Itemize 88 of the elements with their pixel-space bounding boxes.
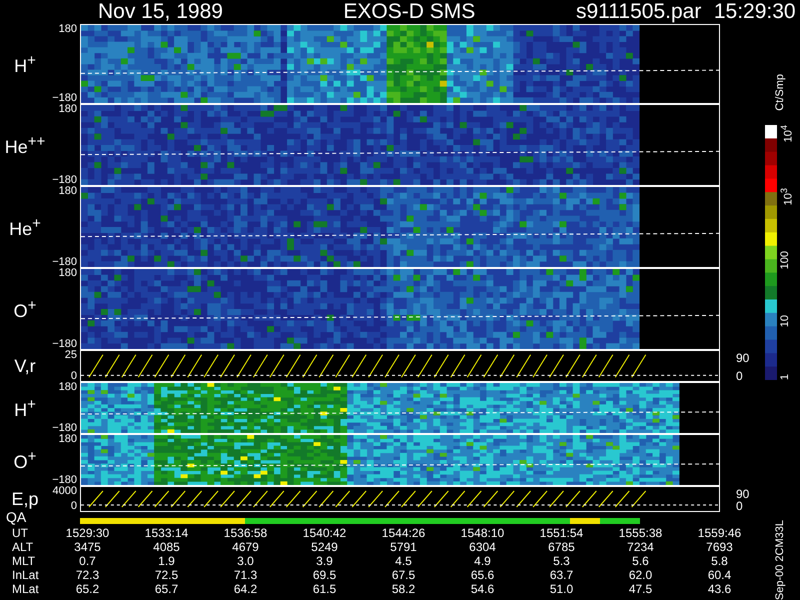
axis-tick-label: 4000	[52, 486, 77, 497]
panel-label: He$^{+}$	[8, 214, 41, 240]
axis-tick-label: 180	[58, 186, 77, 197]
axis-tick-label: 25	[64, 350, 77, 361]
table-cell-text: 63.7	[548, 568, 574, 582]
axis-tick-label: 180	[58, 382, 77, 393]
axis-tick-label: 0	[70, 371, 77, 382]
table-cell-text: 3.0	[236, 554, 255, 568]
table-cell-text: 4.5	[394, 554, 413, 568]
axis-tick-label: 0	[70, 501, 77, 512]
row-label: MLT	[11, 554, 36, 568]
table-cell-text: 1529:30	[64, 526, 110, 540]
table-cell-text: 5249	[310, 540, 339, 554]
table-cell-text: 1551:54	[538, 526, 584, 540]
axis-tick-label: 90	[736, 488, 750, 500]
axis-tick-label: 180	[58, 434, 77, 445]
table-cell-text: 65.2	[74, 582, 100, 596]
table-cell-text: 64.2	[232, 582, 258, 596]
panel-label: O$^{+}$	[12, 296, 36, 322]
file-name: s9111505.par	[576, 0, 702, 24]
table-cell-text: 6785	[547, 540, 576, 554]
table-cell-text: 4085	[152, 540, 181, 554]
table-cell-text: 1533:14	[144, 526, 190, 540]
table-cell-text: 1559:46	[696, 526, 742, 540]
colorbar-label: 10	[779, 315, 792, 328]
panel-label: He$^{++}$	[4, 132, 46, 158]
table-cell-text: 71.3	[232, 568, 258, 582]
table-cell-text: 54.6	[470, 582, 496, 596]
table-cell-text: 51.0	[548, 582, 574, 596]
row-label: UT	[11, 526, 29, 540]
table-cell-text: 43.6	[706, 582, 732, 596]
plot-time: 15:29:30	[714, 0, 797, 24]
table-cell-text: 60.4	[706, 568, 732, 582]
colorbar-label: 1	[779, 374, 792, 380]
panel-label: O$^{+}$	[12, 448, 36, 472]
table-cell-text: 4.9	[473, 554, 492, 568]
panel-label: E,p	[10, 488, 39, 510]
table-cell-text: 7693	[705, 540, 734, 554]
table-cell-text: 1544:26	[380, 526, 426, 540]
row-label: ALT	[11, 540, 34, 554]
table-cell-text: 3475	[73, 540, 102, 554]
axis-tick-label: 180	[58, 104, 77, 115]
axis-tick-label: −180	[52, 423, 77, 434]
qa-label: QA	[5, 510, 28, 524]
colorbar-label: 100	[779, 251, 792, 270]
table-cell-text: 67.5	[390, 568, 416, 582]
table-cell-text: 61.5	[312, 582, 338, 596]
panel-label: V,r	[13, 356, 36, 376]
axis-tick-label: −180	[52, 93, 77, 104]
table-cell-text: 72.3	[74, 568, 100, 582]
table-cell-text: 69.5	[312, 568, 338, 582]
table-cell-text: 65.7	[154, 582, 180, 596]
colorbar-unit: Ct/Smp	[774, 74, 786, 111]
table-cell-text: 6304	[468, 540, 497, 554]
table-cell-text: 5.3	[552, 554, 571, 568]
table-cell-text: 1555:38	[618, 526, 664, 540]
table-cell-text: 1536:58	[222, 526, 268, 540]
table-cell-text: 1540:42	[302, 526, 348, 540]
axis-tick-label: 90	[736, 352, 750, 364]
table-cell-text: 47.5	[628, 582, 654, 596]
panel-label: H$^{+}$	[13, 52, 36, 76]
table-cell-text: 62.0	[628, 568, 654, 582]
axis-tick-label: −180	[52, 175, 77, 186]
axis-tick-label: 180	[58, 268, 77, 279]
axis-tick-label: 180	[58, 24, 77, 35]
table-cell-text: 58.2	[390, 582, 416, 596]
table-cell-text: 7234	[626, 540, 655, 554]
table-cell-text: 0.7	[78, 554, 97, 568]
axis-tick-label: −180	[52, 475, 77, 486]
plot-date: Nov 15, 1989	[97, 0, 224, 24]
table-cell-text: 3.9	[315, 554, 334, 568]
side-label: Sep-00 2CM33L	[774, 520, 786, 600]
axis-tick-label: 0	[736, 500, 744, 512]
panel-label: H$^{+}$	[13, 396, 36, 420]
table-cell-text: 1.9	[157, 554, 176, 568]
axis-tick-label: −180	[52, 257, 77, 268]
table-cell-text: 1548:10	[460, 526, 506, 540]
axis-tick-label: 0	[736, 370, 744, 382]
table-cell-text: 5.6	[631, 554, 650, 568]
table-cell-text: 65.6	[470, 568, 496, 582]
table-cell-text: 4679	[231, 540, 260, 554]
row-label: InLat	[11, 568, 40, 582]
instrument-title: EXOS-D SMS	[342, 0, 476, 24]
row-label: MLat	[11, 582, 40, 596]
axis-tick-label: −180	[52, 339, 77, 350]
table-cell-text: 5.8	[710, 554, 729, 568]
table-cell-text: 72.5	[154, 568, 180, 582]
table-cell-text: 5791	[389, 540, 418, 554]
